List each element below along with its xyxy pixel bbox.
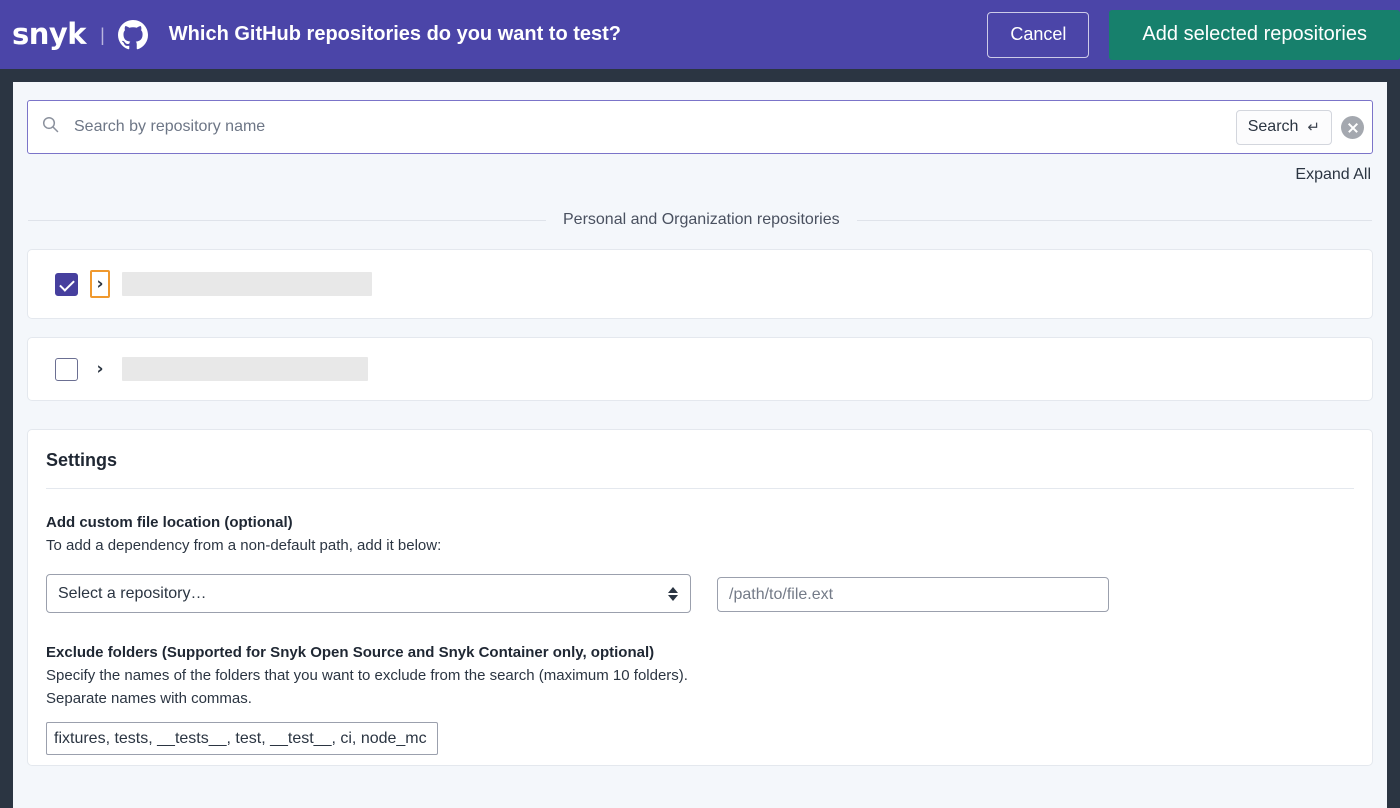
exclude-folders-label: Exclude folders (Supported for Snyk Open… <box>46 644 655 661</box>
logo-divider: | <box>100 24 105 45</box>
expand-repository-button[interactable]: › <box>90 270 110 298</box>
exclude-folders-description-line2: Separate names with commas. <box>46 690 252 707</box>
settings-body: Add custom file location (optional) To a… <box>28 489 1372 755</box>
github-icon <box>117 19 148 50</box>
search-bar: Search ↵ <box>27 100 1373 154</box>
repository-select[interactable]: Select a repository… <box>46 574 691 613</box>
repository-row[interactable]: › <box>27 337 1373 401</box>
brand-logo-group: snyk | <box>12 17 148 51</box>
search-icon <box>42 116 72 138</box>
page-title: Which GitHub repositories do you want to… <box>168 23 622 45</box>
add-selected-repositories-button[interactable]: Add selected repositories <box>1109 9 1400 60</box>
page-content: Search ↵ Expand All Personal and Organiz… <box>13 82 1387 808</box>
custom-file-path-input[interactable] <box>717 577 1109 612</box>
repository-name-placeholder <box>122 272 372 296</box>
cancel-button[interactable]: Cancel <box>987 11 1090 58</box>
enter-key-icon: ↵ <box>1307 119 1320 136</box>
exclude-folders-input[interactable] <box>46 722 438 755</box>
expand-all-row: Expand All <box>27 166 1373 184</box>
chevron-right-icon: › <box>96 358 104 379</box>
divider-line-left <box>28 219 546 221</box>
repository-name-placeholder <box>122 357 368 381</box>
expand-all-button[interactable]: Expand All <box>1295 166 1371 184</box>
settings-heading: Settings <box>46 450 118 470</box>
repository-checkbox[interactable] <box>55 272 78 296</box>
exclude-folders-block: Exclude folders (Supported for Snyk Open… <box>46 641 1354 755</box>
section-divider: Personal and Organization repositories <box>27 211 1373 229</box>
search-button[interactable]: Search ↵ <box>1235 109 1332 145</box>
repository-row[interactable]: › <box>27 249 1373 319</box>
search-input[interactable] <box>72 112 1236 142</box>
divider-line-right <box>856 219 1372 221</box>
repository-select-wrapper: Select a repository… <box>46 574 691 613</box>
custom-file-location-description: To add a dependency from a non-default p… <box>46 537 442 554</box>
settings-card: Settings Add custom file location (optio… <box>27 429 1373 766</box>
snyk-logo: snyk <box>12 17 87 51</box>
custom-file-location-label: Add custom file location (optional) <box>46 514 293 531</box>
repository-checkbox[interactable] <box>55 357 78 381</box>
exclude-folders-description-line1: Specify the names of the folders that yo… <box>46 667 688 684</box>
clear-search-icon[interactable] <box>1341 115 1364 139</box>
section-divider-label: Personal and Organization repositories <box>563 211 840 228</box>
chevron-right-icon: › <box>96 273 104 294</box>
expand-repository-button[interactable]: › <box>90 355 110 383</box>
app-header: snyk | Which GitHub repositories do you … <box>0 0 1400 69</box>
header-actions: Cancel Add selected repositories <box>987 0 1400 69</box>
custom-file-location-inputs: Select a repository… <box>46 574 1354 613</box>
search-button-label: Search <box>1247 118 1299 135</box>
